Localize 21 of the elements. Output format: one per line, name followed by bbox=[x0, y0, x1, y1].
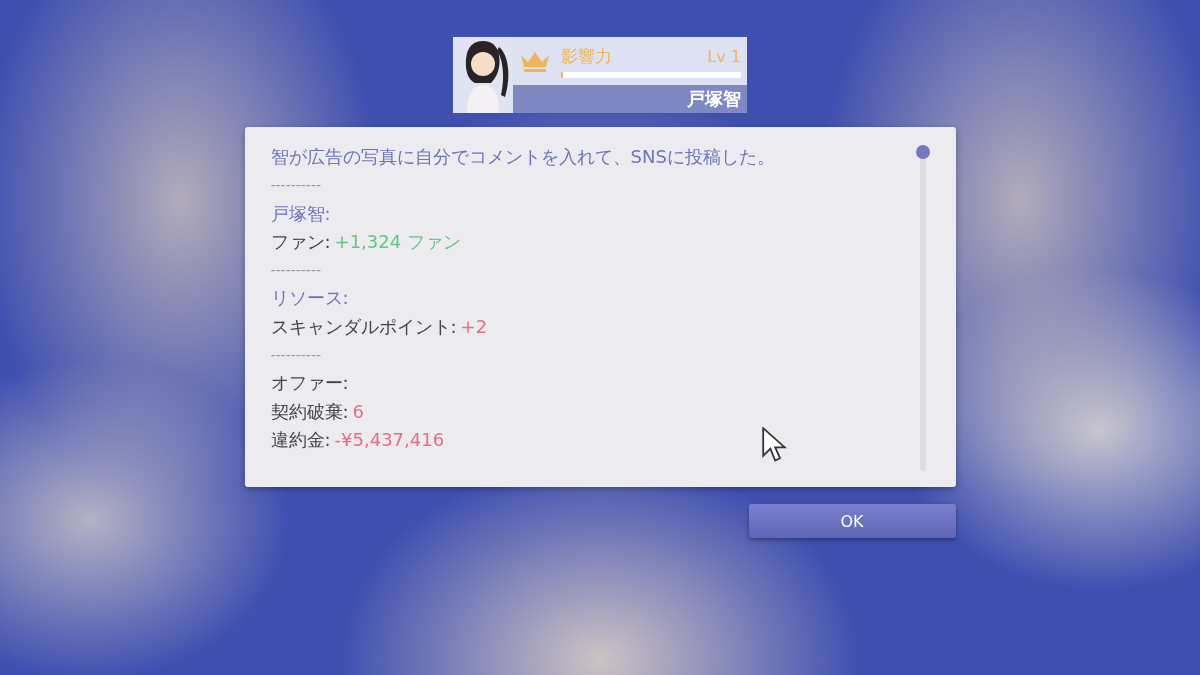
divider-text: ---------- bbox=[270, 261, 323, 281]
divider-text: ---------- bbox=[270, 346, 323, 366]
stat-value: 6 bbox=[352, 400, 365, 422]
influence-label: 影響力 bbox=[561, 44, 612, 68]
cursor-icon bbox=[760, 427, 787, 463]
section-heading: オファー: bbox=[270, 371, 350, 396]
stat-label: 違約金: bbox=[270, 428, 331, 450]
divider-text: ---------- bbox=[270, 176, 323, 196]
stat-label: ファン: bbox=[270, 230, 331, 252]
stat-value: +2 bbox=[460, 315, 488, 337]
event-message: 智が広告の写真に自分でコメントを入れて、SNSに投稿した。 bbox=[270, 145, 776, 169]
section-heading: リソース: bbox=[270, 286, 350, 311]
stat-label: スキャンダルポイント: bbox=[270, 315, 457, 337]
stat-value: +1,324 ファン bbox=[334, 230, 461, 252]
section-heading: 戸塚智: bbox=[270, 201, 332, 226]
stat-label: 契約破棄: bbox=[270, 400, 349, 422]
scrollbar[interactable] bbox=[915, 145, 930, 471]
level-label: Lv 1 bbox=[707, 46, 741, 66]
ok-button[interactable]: OK bbox=[748, 504, 956, 538]
stat-value: -¥5,437,416 bbox=[334, 428, 445, 450]
character-name: 戸塚智 bbox=[687, 87, 741, 111]
